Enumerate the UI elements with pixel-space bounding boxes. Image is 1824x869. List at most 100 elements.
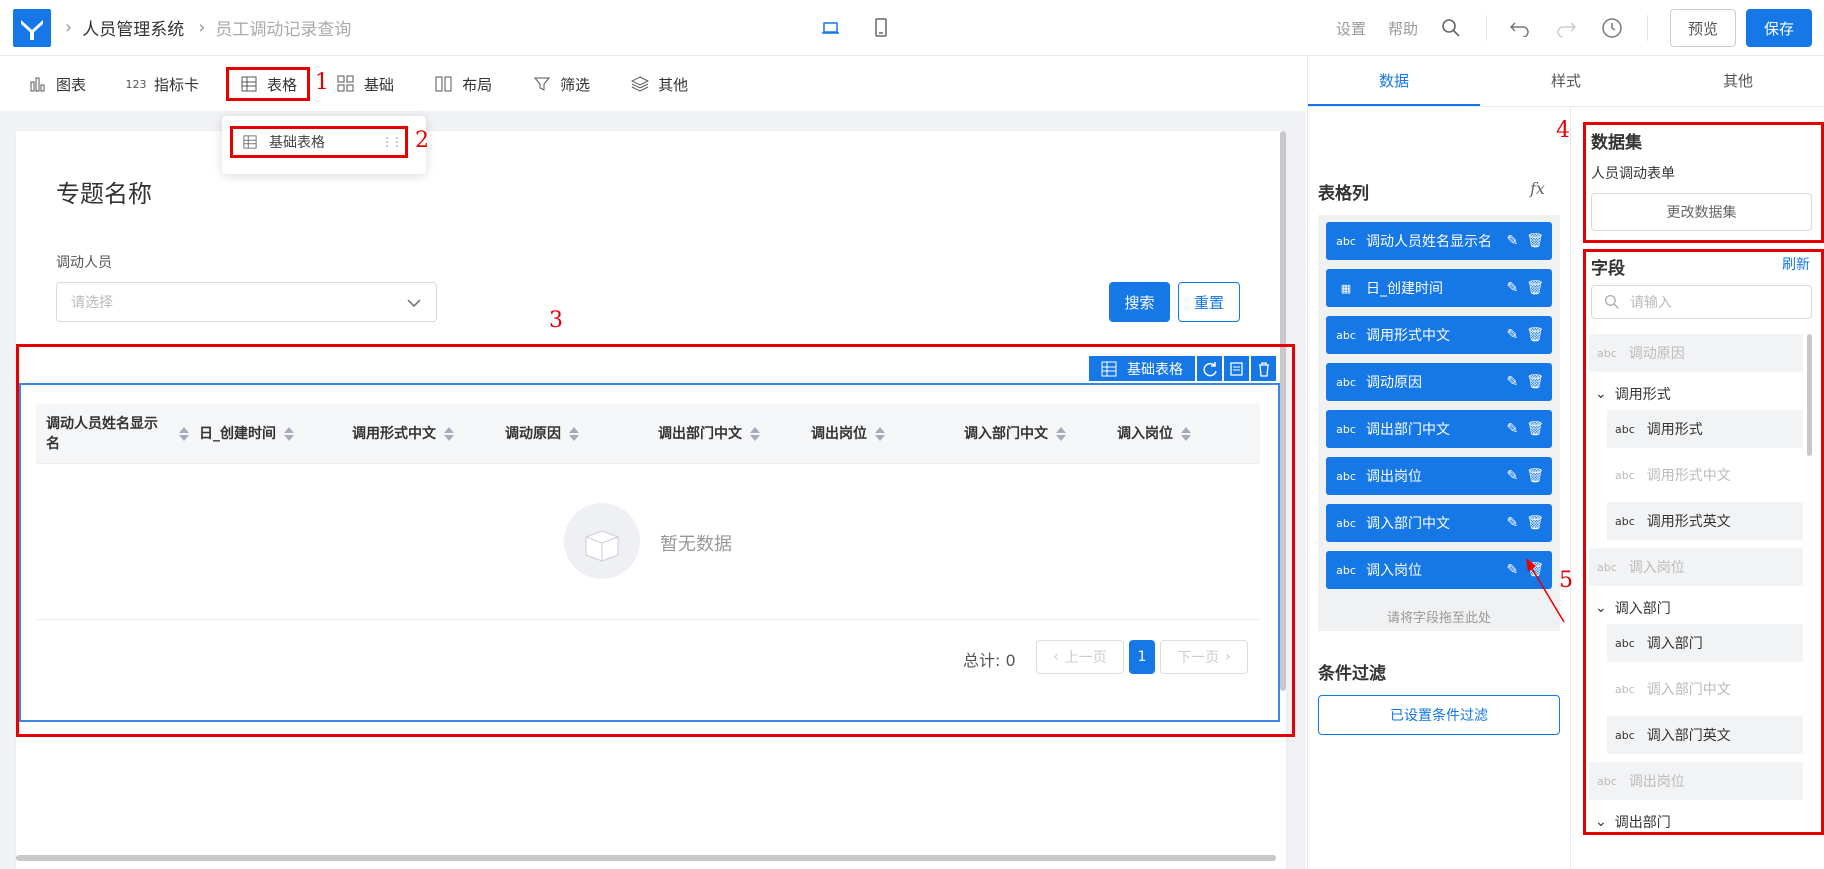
edit-icon[interactable]: ✎ [1506,233,1518,249]
tool-chart[interactable]: 图表 [28,67,86,101]
tool-layout[interactable]: 布局 [434,67,492,101]
edit-icon[interactable]: ✎ [1506,468,1518,484]
columns-panel: 表格列 fx abc 调动人员姓名显示名 ✎ 🗑 ▦ 日_创建时间 ✎ 🗑 abc 调用形式中… [1308,107,1571,869]
search-button[interactable]: 搜索 [1109,282,1170,322]
edit-icon[interactable]: ✎ [1506,421,1518,437]
tab-style[interactable]: 样式 [1480,57,1652,106]
table-header: 调动人员姓名显示名 日_创建时间 调用形式中文 调动原因 调出部门中文 调出岗位… [36,404,1260,464]
table-widget-tag[interactable]: 基础表格 [1089,356,1195,381]
help-link[interactable]: 帮助 [1388,18,1418,39]
tool-table[interactable]: 表格 [226,67,311,101]
field-group[interactable]: ⌄ 调入部门 [1595,598,1671,618]
filter-title: 条件过滤 [1318,664,1386,684]
tab-other[interactable]: 其他 [1652,57,1824,106]
trash-icon[interactable]: 🗑 [1526,327,1544,343]
preview-button[interactable]: 预览 [1670,9,1736,47]
canvas-horizontal-scrollbar[interactable] [16,855,1276,861]
field-item: abc 调出岗位 [1589,762,1803,800]
column-header[interactable]: 调动人员姓名显示名 [36,414,189,454]
dropdown-item-basic-table[interactable]: 基础表格 ⋮⋮ [230,126,408,158]
refresh-link[interactable]: 刷新 [1782,254,1810,274]
field-group[interactable]: ⌄ 调出部门 [1595,812,1671,831]
text-type-icon: abc [1615,422,1635,436]
refresh-icon[interactable] [1197,356,1222,381]
tool-other[interactable]: 其他 [630,67,688,101]
prev-page-button[interactable]: ‹ 上一页 [1036,640,1124,674]
mobile-icon[interactable] [870,18,892,38]
number-icon: 123 [125,77,147,91]
sort-icon[interactable] [284,427,294,441]
save-button[interactable]: 保存 [1746,9,1812,47]
device-switcher [820,18,892,38]
column-header[interactable]: 调入岗位 [1107,424,1260,444]
field-item[interactable]: abc 调用形式 [1607,410,1803,448]
history-icon[interactable] [1601,17,1623,39]
column-header[interactable]: 日_创建时间 [189,424,342,444]
change-dataset-button[interactable]: 更改数据集 [1591,193,1812,231]
person-select[interactable]: 请选择 [56,282,437,322]
trash-icon[interactable]: 🗑 [1526,421,1544,437]
filter-icon [532,75,552,93]
trash-icon[interactable]: 🗑 [1526,280,1544,296]
edit-icon[interactable]: ✎ [1506,374,1518,390]
column-header[interactable]: 调入部门中文 [954,424,1107,444]
column-header[interactable]: 调用形式中文 [342,424,495,444]
sort-icon[interactable] [179,427,189,441]
tab-data[interactable]: 数据 [1308,57,1480,106]
trash-icon[interactable]: 🗑 [1526,374,1544,390]
delete-icon[interactable] [1251,356,1276,381]
column-header[interactable]: 调出部门中文 [648,424,801,444]
page-title: 专题名称 [56,180,152,208]
redo-icon[interactable] [1555,17,1577,39]
column-item[interactable]: abc 调用形式中文 ✎ 🗑 [1326,316,1552,354]
reset-button[interactable]: 重置 [1178,282,1240,322]
desktop-icon[interactable] [820,18,842,38]
column-item[interactable]: abc 调出部门中文 ✎ 🗑 [1326,410,1552,448]
trash-icon[interactable]: 🗑 [1526,233,1544,249]
column-header[interactable]: 调出岗位 [801,424,954,444]
sort-icon[interactable] [875,427,885,441]
column-item[interactable]: abc 调入部门中文 ✎ 🗑 [1326,504,1552,542]
sort-icon[interactable] [750,427,760,441]
table-type-dropdown: 基础表格 ⋮⋮ [222,116,426,174]
grid-icon [336,75,356,93]
next-page-button[interactable]: 下一页 › [1160,640,1248,674]
tool-metric-card[interactable]: 123 指标卡 [125,67,200,101]
field-item[interactable]: abc 调入部门 [1607,624,1803,662]
formula-icon[interactable]: fx [1530,179,1545,198]
drag-handle-icon[interactable]: ⋮⋮ [381,135,403,149]
edit-icon[interactable]: ✎ [1506,562,1518,578]
table-icon [243,135,257,149]
tool-basic[interactable]: 基础 [336,67,394,101]
app-logo[interactable] [13,8,51,47]
sort-icon[interactable] [1181,427,1191,441]
column-item[interactable]: abc 调动人员姓名显示名 ✎ 🗑 [1326,222,1552,260]
column-item[interactable]: ▦ 日_创建时间 ✎ 🗑 [1326,269,1552,307]
sort-icon[interactable] [444,427,454,441]
tool-filter[interactable]: 筛选 [532,67,590,101]
column-item[interactable]: abc 调入岗位 ✎ 🗑 [1326,551,1552,589]
field-group[interactable]: ⌄ 调用形式 [1595,384,1671,404]
field-list-scrollbar[interactable] [1807,334,1812,456]
column-item[interactable]: abc 调出岗位 ✎ 🗑 [1326,457,1552,495]
undo-icon[interactable] [1509,17,1531,39]
field-item: abc 调入岗位 [1589,548,1803,586]
trash-icon[interactable]: 🗑 [1526,468,1544,484]
field-search-input[interactable]: 请输入 [1591,285,1812,319]
column-header[interactable]: 调动原因 [495,424,648,444]
edit-icon[interactable]: ✎ [1506,280,1518,296]
trash-icon[interactable]: 🗑 [1526,515,1544,531]
current-page[interactable]: 1 [1129,640,1155,674]
edit-icon[interactable]: ✎ [1506,515,1518,531]
column-item[interactable]: abc 调动原因 ✎ 🗑 [1326,363,1552,401]
breadcrumb-system[interactable]: 人员管理系统 [82,15,184,40]
settings-link[interactable]: 设置 [1336,18,1366,39]
field-item[interactable]: abc 调用形式英文 [1607,502,1803,540]
sort-icon[interactable] [1056,427,1066,441]
copy-icon[interactable] [1224,356,1249,381]
search-icon[interactable] [1440,17,1462,39]
edit-icon[interactable]: ✎ [1506,327,1518,343]
sort-icon[interactable] [569,427,579,441]
field-item[interactable]: abc 调入部门英文 [1607,716,1803,754]
condition-filter-button[interactable]: 已设置条件过滤 [1318,695,1560,735]
